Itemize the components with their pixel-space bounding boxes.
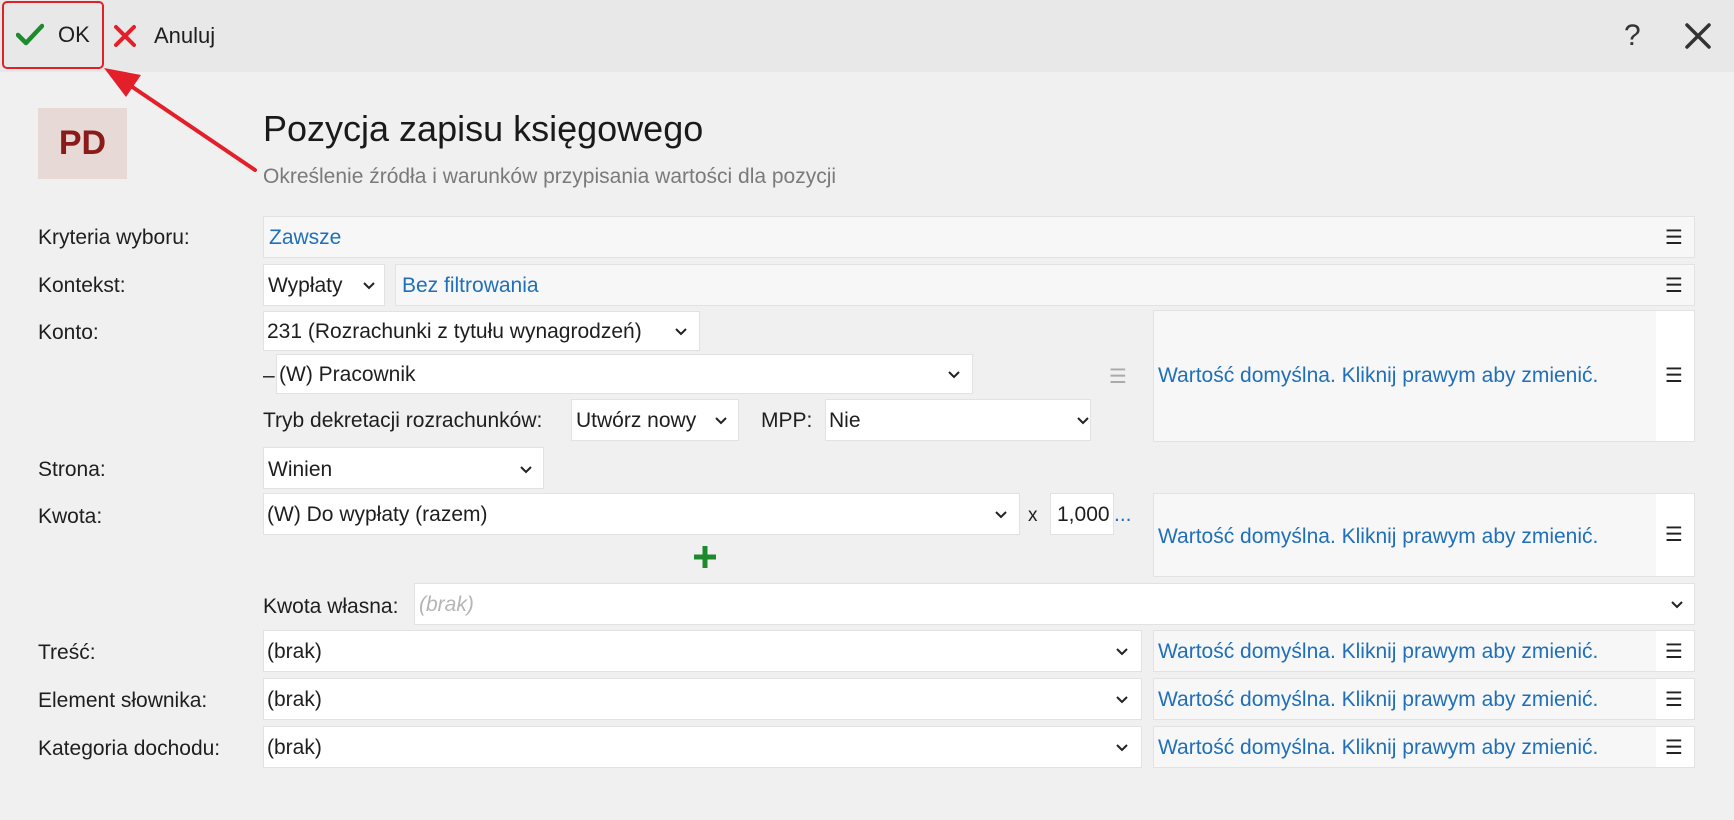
chevron-down-icon xyxy=(675,328,687,336)
kwota-value: (W) Do wypłaty (razem) xyxy=(267,503,488,526)
tresc-default-hint[interactable]: Wartość domyślna. Kliknij prawym aby zmi… xyxy=(1158,640,1598,664)
kategoria-menu-icon[interactable]: ☰ xyxy=(1656,729,1692,765)
strona-label: Strona: xyxy=(38,458,106,481)
element-default-panel[interactable]: Wartość domyślna. Kliknij prawym aby zmi… xyxy=(1153,678,1695,720)
strona-select[interactable]: Winien xyxy=(263,447,544,489)
close-button[interactable] xyxy=(1684,20,1712,52)
kwota-wlasna-placeholder: (brak) xyxy=(419,593,474,616)
close-icon xyxy=(1685,23,1711,49)
kategoria-value: (brak) xyxy=(267,736,322,759)
chevron-down-icon xyxy=(363,282,375,290)
tryb-select[interactable]: Utwórz nowy xyxy=(571,399,739,441)
kwota-factor-value: 1,000 xyxy=(1057,503,1110,526)
tryb-label: Tryb dekretacji rozrachunków: xyxy=(263,409,543,432)
sub-account-value: (W) Pracownik xyxy=(279,363,416,386)
element-default-hint[interactable]: Wartość domyślna. Kliknij prawym aby zmi… xyxy=(1158,688,1598,712)
chevron-down-icon xyxy=(520,466,532,474)
element-label: Element słownika: xyxy=(38,689,208,712)
kwota-default-panel[interactable]: Wartość domyślna. Kliknij prawym aby zmi… xyxy=(1153,493,1695,577)
kwota-wlasna-select[interactable]: (brak) xyxy=(414,583,1695,625)
document-type-logo: PD xyxy=(38,108,127,179)
x-icon xyxy=(114,25,136,47)
kryteria-field[interactable]: Zawsze ☰ xyxy=(263,216,1695,258)
kryteria-label: Kryteria wyboru: xyxy=(38,226,190,249)
tresc-menu-icon[interactable]: ☰ xyxy=(1656,633,1692,669)
mpp-select[interactable]: Nie xyxy=(825,399,1091,441)
konto-label: Konto: xyxy=(38,321,99,344)
tresc-label: Treść: xyxy=(38,641,96,664)
element-menu-icon[interactable]: ☰ xyxy=(1656,681,1692,717)
tresc-default-panel[interactable]: Wartość domyślna. Kliknij prawym aby zmi… xyxy=(1153,630,1695,672)
konto-select[interactable]: 231 (Rozrachunki z tytułu wynagrodzeń) xyxy=(263,311,700,351)
kontekst-label: Kontekst: xyxy=(38,274,126,297)
check-icon xyxy=(16,23,44,46)
multiply-sign: x xyxy=(1028,505,1038,526)
kategoria-label: Kategoria dochodu: xyxy=(38,737,221,760)
kategoria-default-panel[interactable]: Wartość domyślna. Kliknij prawym aby zmi… xyxy=(1153,726,1695,768)
ok-button[interactable]: OK xyxy=(2,1,104,69)
help-button[interactable]: ? xyxy=(1624,0,1641,72)
chevron-down-icon xyxy=(995,511,1007,519)
kwota-ellipsis-button[interactable]: ... xyxy=(1114,503,1132,527)
chevron-down-icon xyxy=(1671,601,1683,609)
cancel-button[interactable]: Anuluj xyxy=(113,0,215,72)
konto-select-value: 231 (Rozrachunki z tytułu wynagrodzeń) xyxy=(267,320,642,343)
element-select[interactable]: (brak) xyxy=(263,678,1142,720)
chevron-down-icon xyxy=(1077,417,1089,425)
kategoria-default-hint[interactable]: Wartość domyślna. Kliknij prawym aby zmi… xyxy=(1158,736,1598,760)
kryteria-value[interactable]: Zawsze xyxy=(269,226,341,250)
kwota-menu-icon[interactable]: ☰ xyxy=(1656,516,1692,552)
chevron-down-icon xyxy=(1116,696,1128,704)
kwota-label: Kwota: xyxy=(38,505,103,528)
konto-default-hint[interactable]: Wartość domyślna. Kliknij prawym aby zmi… xyxy=(1158,364,1598,388)
page-title: Pozycja zapisu księgowego xyxy=(263,108,704,149)
ok-label: OK xyxy=(58,22,90,47)
kwota-default-hint[interactable]: Wartość domyślna. Kliknij prawym aby zmi… xyxy=(1158,525,1598,549)
tryb-value: Utwórz nowy xyxy=(576,409,697,432)
kwota-wlasna-label: Kwota własna: xyxy=(263,595,399,618)
element-value: (brak) xyxy=(267,688,322,711)
konto-menu-icon[interactable]: ☰ xyxy=(1656,357,1692,393)
chevron-down-icon xyxy=(715,417,727,425)
chevron-down-icon xyxy=(1116,744,1128,752)
strona-value: Winien xyxy=(268,458,333,481)
cancel-label: Anuluj xyxy=(154,23,216,48)
kontekst-select-value: Wypłaty xyxy=(268,274,343,297)
chevron-down-icon xyxy=(1116,648,1128,656)
plus-icon[interactable] xyxy=(692,544,718,570)
kwota-factor-input[interactable]: 1,000 xyxy=(1050,493,1114,535)
chevron-down-icon xyxy=(948,371,960,379)
mpp-value: Nie xyxy=(829,409,861,432)
kwota-select[interactable]: (W) Do wypłaty (razem) xyxy=(263,493,1020,535)
sub-account-dash: – xyxy=(263,364,275,387)
mpp-label: MPP: xyxy=(761,409,813,432)
sub-account-select[interactable]: (W) Pracownik xyxy=(276,354,973,394)
tresc-select[interactable]: (brak) xyxy=(263,630,1142,672)
kontekst-menu-icon[interactable]: ☰ xyxy=(1656,267,1692,303)
tresc-value: (brak) xyxy=(267,640,322,663)
konto-default-panel[interactable]: Wartość domyślna. Kliknij prawym aby zmi… xyxy=(1153,310,1695,442)
kategoria-select[interactable]: (brak) xyxy=(263,726,1142,768)
kontekst-select[interactable]: Wypłaty xyxy=(263,264,385,306)
kontekst-filter-value[interactable]: Bez filtrowania xyxy=(402,274,539,298)
sub-account-menu-icon[interactable]: ☰ xyxy=(1100,358,1136,394)
toolbar: OK Anuluj ? xyxy=(0,0,1734,72)
kontekst-filter-field[interactable]: Bez filtrowania ☰ xyxy=(395,264,1695,306)
page-subtitle: Określenie źródła i warunków przypisania… xyxy=(263,165,837,188)
kryteria-menu-icon[interactable]: ☰ xyxy=(1656,219,1692,255)
